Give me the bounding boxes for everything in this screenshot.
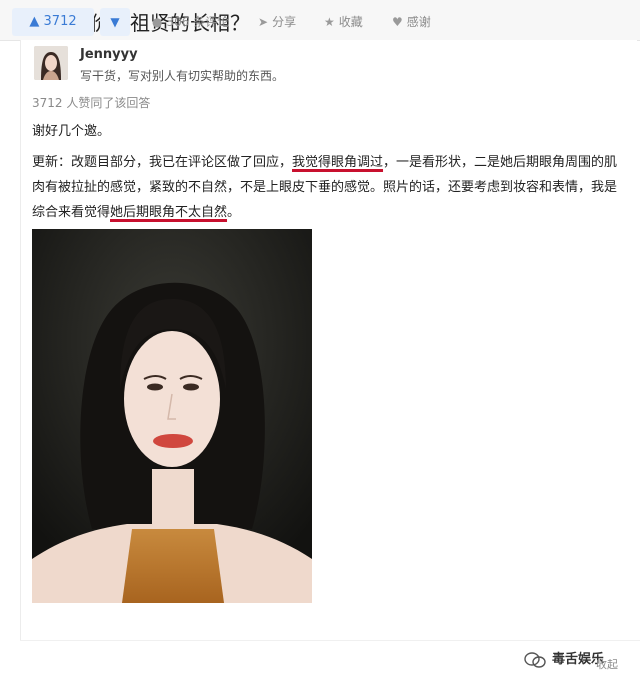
highlight-eye-adjusted: 我觉得眼角调过 — [292, 155, 384, 170]
share-icon: ➤ — [258, 15, 269, 29]
author-name[interactable]: Jennyyy — [80, 47, 138, 62]
thanks-button[interactable]: ♥ 感谢 — [392, 8, 431, 36]
highlight-eye-unnatural: 她后期眼角不太自然 — [110, 205, 228, 220]
comment-icon: ● — [152, 15, 163, 29]
share-button[interactable]: ➤ 分享 — [258, 8, 296, 36]
update-text-part3: 。 — [227, 205, 241, 220]
comments-label: 306 条评论 — [166, 15, 230, 29]
watermark: 毒舌娱乐 — [524, 648, 604, 676]
question-header: 如何评价王祖贤的长相？ — [0, 0, 640, 41]
collapse-button[interactable]: 收起 — [596, 656, 618, 672]
avatar-image — [34, 46, 68, 80]
thanks-label: 感谢 — [406, 15, 431, 29]
collect-label: 收藏 — [338, 15, 363, 29]
heart-icon: ♥ — [392, 15, 403, 29]
portrait-photo[interactable] — [32, 229, 312, 603]
upvote-button[interactable]: ▲ 3712 — [12, 8, 94, 36]
answer-update-paragraph: 更新：改题目部分，我已在评论区做了回应，我觉得眼角调过，一是看形状，二是她后期眼… — [32, 150, 624, 225]
wechat-icon — [524, 651, 546, 668]
update-text-part1: 更新：改题目部分，我已在评论区做了回应， — [32, 155, 293, 170]
downvote-button[interactable]: ▼ — [100, 8, 130, 36]
comments-button[interactable]: ● 306 条评论 — [152, 8, 229, 36]
answer-greeting: 谢好几个邀。 — [32, 124, 111, 139]
collect-button[interactable]: ★ 收藏 — [324, 8, 363, 36]
author-bio: 写干货，写对别人有切实帮助的东西。 — [80, 69, 285, 83]
avatar[interactable] — [34, 46, 68, 80]
vote-count-line: 3712 人赞同了该回答 — [32, 96, 151, 110]
share-label: 分享 — [272, 15, 297, 29]
portrait-image — [32, 229, 312, 603]
star-icon: ★ — [324, 15, 335, 29]
